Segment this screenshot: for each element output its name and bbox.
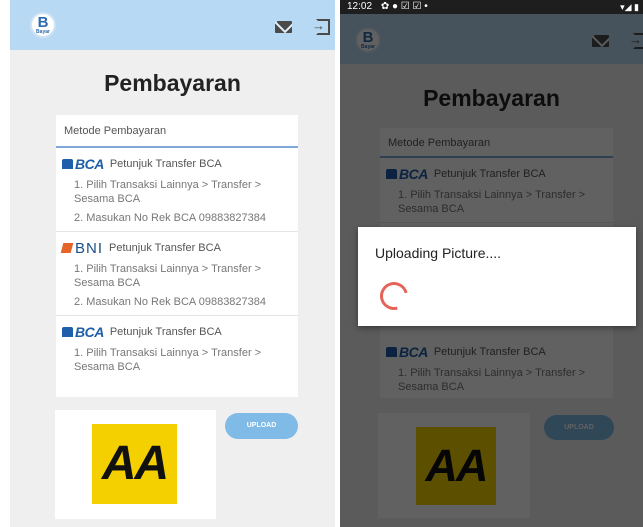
bank-name: Petunjuk Transfer BCA	[109, 326, 222, 338]
uploaded-image-preview[interactable]: AA	[55, 410, 216, 519]
status-system-icons: ▾◢ ▮	[620, 2, 639, 12]
bank-step: 2. Masukan No Rek BCA 09883827384	[74, 296, 267, 308]
payment-screen: B Bayar Pembayaran Metode Pembayaran BCA…	[10, 0, 335, 527]
dialog-title: Uploading Picture....	[375, 245, 502, 261]
bank-item-bca: BCA Petunjuk Transfer BCA 1. Pilih Trans…	[56, 316, 298, 380]
bca-logo: BCA	[62, 324, 104, 340]
aa-image: AA	[92, 424, 177, 504]
upload-button[interactable]: UPLOAD	[225, 413, 298, 439]
app-logo-caption: Bayar	[36, 29, 50, 35]
bank-step: 1. Pilih Transaksi Lainnya > Transfer > …	[74, 347, 262, 373]
payment-method-header: Metode Pembayaran	[56, 115, 298, 148]
bank-item-bca: BCA Petunjuk Transfer BCA 1. Pilih Trans…	[56, 148, 298, 232]
app-logo: B Bayar	[30, 12, 56, 38]
bank-name: Petunjuk Transfer BCA	[109, 242, 221, 254]
page-title: Pembayaran	[104, 70, 241, 96]
bank-step: 1. Pilih Transaksi Lainnya > Transfer > …	[74, 179, 262, 205]
status-bar: 12:02 ✿ ● ☑ ☑ • ▾◢ ▮	[340, 0, 643, 14]
bca-logo: BCA	[62, 156, 104, 172]
payment-method-card[interactable]: Metode Pembayaran BCA Petunjuk Transfer …	[56, 115, 298, 397]
uploading-screen: B Bayar Pembayaran Metode Pembayaran BCA…	[340, 0, 643, 527]
progress-spinner-icon	[374, 276, 414, 316]
bank-name: Petunjuk Transfer BCA	[109, 158, 222, 170]
logout-icon[interactable]	[312, 18, 330, 35]
bank-step: 2. Masukan No Rek BCA 09883827384	[74, 212, 267, 224]
bank-step: 1. Pilih Transaksi Lainnya > Transfer > …	[74, 263, 262, 289]
bni-logo: BNI	[60, 240, 103, 257]
uploading-dialog: Uploading Picture....	[358, 227, 636, 326]
status-notification-icons: ✿ ● ☑ ☑ •	[380, 1, 428, 12]
app-bar: B Bayar	[10, 0, 335, 50]
bank-item-bni: BNI Petunjuk Transfer BCA 1. Pilih Trans…	[56, 232, 298, 316]
mail-icon[interactable]	[275, 21, 292, 33]
status-time: 12:02	[347, 1, 373, 12]
